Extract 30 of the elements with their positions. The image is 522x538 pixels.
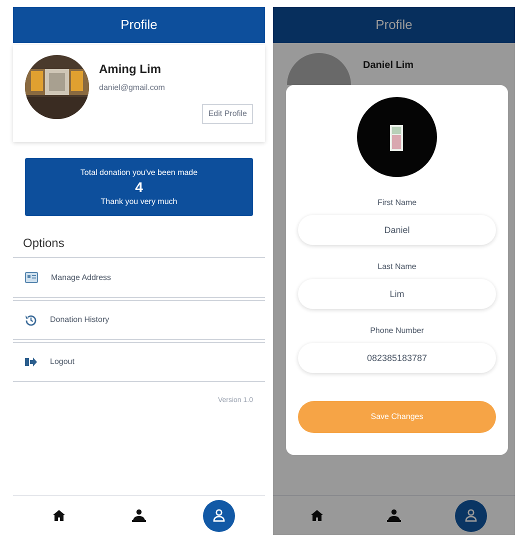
history-icon (25, 314, 37, 326)
avatar-icon (287, 53, 351, 85)
donation-count: 4 (135, 180, 143, 194)
profile-name: Aming Lim (99, 61, 162, 78)
person-icon (132, 509, 146, 522)
profile-name: Daniel Lim (363, 59, 414, 73)
person-icon (213, 509, 225, 522)
field-label: First Name (377, 197, 417, 209)
logout-icon (25, 357, 37, 367)
field-label: Phone Number (370, 325, 424, 337)
home-icon (311, 510, 324, 521)
input-field[interactable]: Daniel (298, 215, 496, 245)
field-label: Last Name (378, 261, 416, 273)
option-row[interactable]: Manage Address (13, 258, 265, 298)
person-icon (386, 509, 401, 522)
person-icon (464, 509, 477, 522)
option-row[interactable]: Logout (13, 342, 265, 382)
input-field[interactable]: Lim (298, 279, 496, 309)
donation-thanks: Thank you very much (100, 196, 178, 208)
nav-tab[interactable] (203, 500, 235, 532)
header-title: Profile (376, 16, 412, 34)
home-icon (53, 510, 65, 521)
id-card-icon (25, 272, 38, 283)
options-heading: Options (23, 235, 66, 252)
profile-email: daniel@gmail.com (99, 82, 166, 94)
edit-profile-button[interactable]: Edit Profile (202, 104, 253, 124)
donation-caption: Total donation you've been made (80, 166, 198, 178)
option-row[interactable]: Donation History (13, 300, 265, 340)
header-title: Profile (120, 16, 158, 34)
input-field[interactable]: 082385183787 (298, 343, 496, 373)
